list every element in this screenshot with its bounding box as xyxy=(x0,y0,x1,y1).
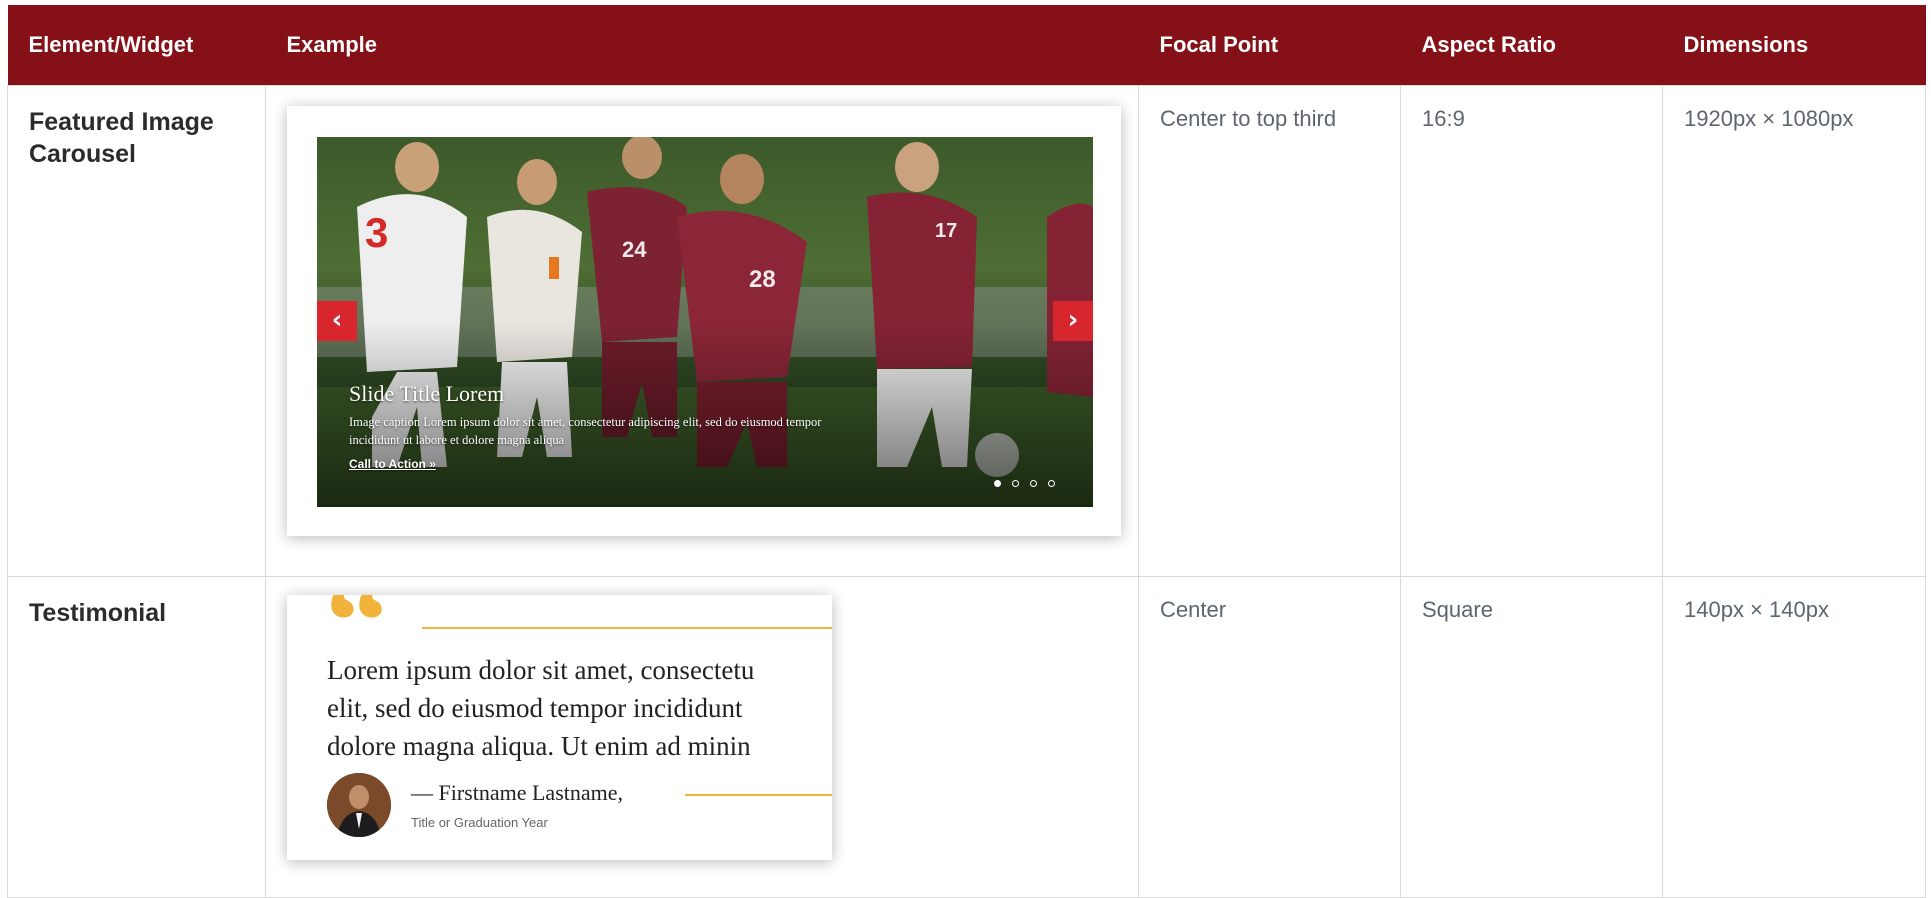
testimonial-title: Title or Graduation Year xyxy=(411,815,548,830)
chevron-left-icon[interactable]: ‹ xyxy=(317,301,357,341)
slide-caption: Image caption Lorem ipsum dolor sit amet… xyxy=(349,415,822,447)
slide-title: Slide Title Lorem xyxy=(349,381,505,406)
focal-point-cell: Center to top third xyxy=(1138,85,1401,577)
testimonial-example: “ Lorem ipsum dolor sit amet, consectetu… xyxy=(287,595,832,860)
carousel-photo: 3 24 28 17 ‹ › Slide Title Lorem Image c… xyxy=(317,137,1093,507)
image-guidelines-table: Element/Widget Example Focal Point Aspec… xyxy=(7,5,1926,898)
carousel-dot[interactable] xyxy=(994,480,1001,487)
attribution-divider xyxy=(685,794,832,796)
column-header-aspect-ratio: Aspect Ratio xyxy=(1400,5,1663,86)
column-header-focal-point: Focal Point xyxy=(1138,5,1401,86)
table-row: Featured Image Carousel ‹ › Slide Title … xyxy=(7,85,1926,577)
dimensions-cell: 140px × 140px xyxy=(1662,576,1926,898)
quote-line-text: dolore magna aliqua. Ut enim ad minin xyxy=(327,731,751,761)
carousel-dot[interactable] xyxy=(1030,480,1037,487)
carousel-dot[interactable] xyxy=(1048,480,1055,487)
table-row: Testimonial “ Lorem ipsum dolor sit amet… xyxy=(7,576,1926,898)
call-to-action-link[interactable]: Call to Action » xyxy=(349,457,869,471)
column-header-example: Example xyxy=(265,5,1139,86)
avatar xyxy=(327,773,391,837)
example-cell: “ Lorem ipsum dolor sit amet, consectetu… xyxy=(265,576,1139,898)
example-cell: 3 24 28 17 ‹ › Slide Title Lorem Image c… xyxy=(265,85,1139,577)
aspect-ratio-cell: Square xyxy=(1400,576,1663,898)
carousel-pagination xyxy=(994,480,1055,487)
column-header-dimensions: Dimensions xyxy=(1662,5,1926,86)
testimonial-quote: Lorem ipsum dolor sit amet, consectetu e… xyxy=(327,651,832,765)
aspect-ratio-cell: 16:9 xyxy=(1400,85,1663,577)
quote-line-text: Lorem ipsum dolor sit amet, consectetu xyxy=(327,655,755,685)
focal-point-cell: Center xyxy=(1138,576,1401,898)
carousel-example: 3 24 28 17 ‹ › Slide Title Lorem Image c… xyxy=(287,106,1121,536)
quote-divider xyxy=(422,627,832,629)
testimonial-name: — Firstname Lastname, xyxy=(411,780,624,805)
dimensions-cell: 1920px × 1080px xyxy=(1662,85,1926,577)
table-header-row: Element/Widget Example Focal Point Aspec… xyxy=(7,5,1926,86)
slide-text: Slide Title Lorem Image caption Lorem ip… xyxy=(349,381,869,471)
chevron-right-icon[interactable]: › xyxy=(1053,301,1093,341)
element-name-cell: Testimonial xyxy=(7,576,266,898)
column-header-element: Element/Widget xyxy=(7,5,266,86)
carousel-dot[interactable] xyxy=(1012,480,1019,487)
quote-line-text: elit, sed do eiusmod tempor incididunt xyxy=(327,693,743,723)
element-name-cell: Featured Image Carousel xyxy=(7,85,266,577)
